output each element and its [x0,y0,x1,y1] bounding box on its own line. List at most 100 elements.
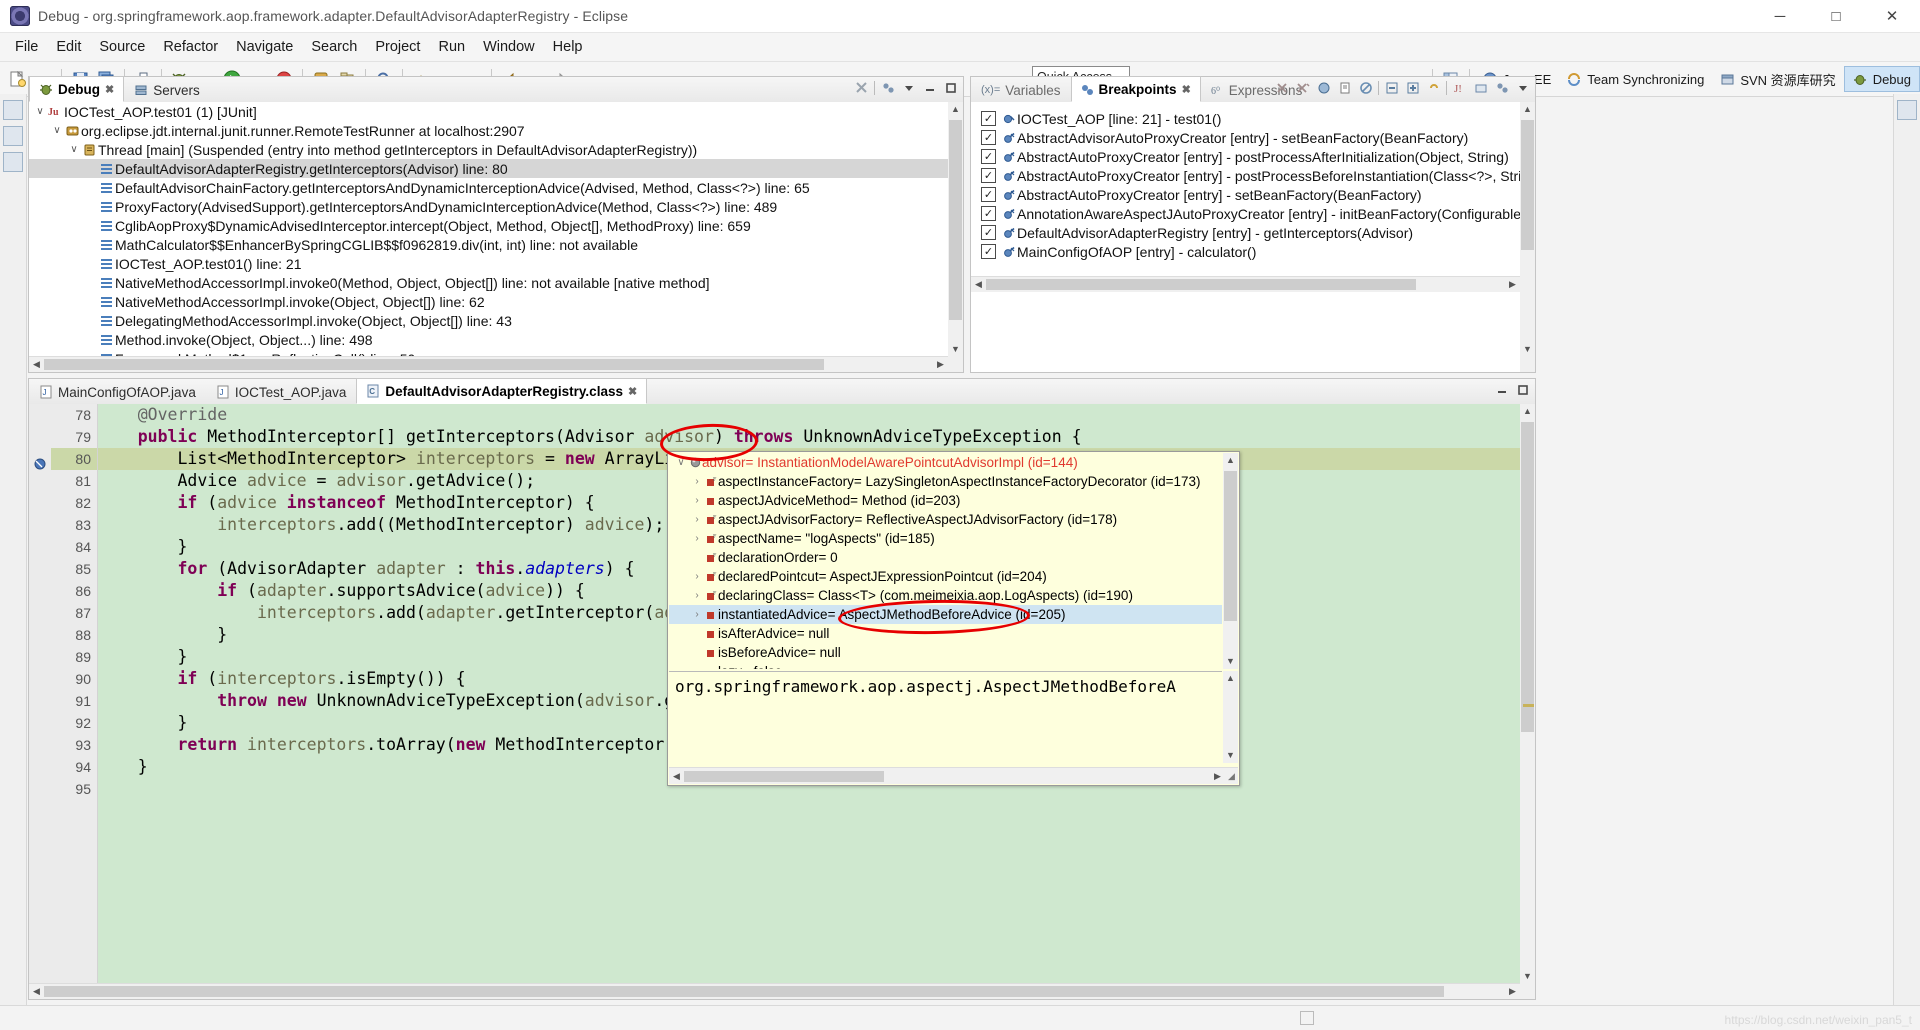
maximize-button[interactable]: □ [1808,0,1864,32]
breakpoint-row[interactable]: ✓ IOCTest_AOP [line: 21] - test01() [971,109,1520,128]
scroll-track[interactable] [44,985,1505,998]
scroll-left-icon[interactable]: ◀ [669,771,684,782]
scroll-right-icon[interactable]: ▶ [1210,771,1225,782]
debug-tree-vscrollbar[interactable]: ▲ ▼ [948,102,963,372]
link-with-debug-view-icon[interactable] [1425,79,1442,96]
debug-tree-row[interactable]: DefaultAdvisorChainFactory.getIntercepto… [29,178,963,197]
perspective-team-sync[interactable]: Team Synchronizing [1559,66,1712,92]
expand-arrow-icon[interactable]: › [689,533,705,544]
editor-tab-mainconfigofaop[interactable]: J MainConfigOfAOP.java [29,379,206,404]
debug-tree-row[interactable]: DelegatingMethodAccessorImpl.invoke(Obje… [29,311,963,330]
tab-debug[interactable]: Debug ✖ [29,76,125,102]
scroll-down-icon[interactable]: ▼ [1520,969,1535,984]
scroll-right-icon[interactable]: ▶ [1505,986,1520,997]
expand-arrow-icon[interactable]: ∨ [673,457,689,468]
menu-item-run[interactable]: Run [429,36,474,58]
debug-tree-hscrollbar[interactable]: ◀ ▶ [29,356,948,372]
expand-arrow-icon[interactable]: › [689,571,705,582]
debug-tree-row[interactable]: ProxyFactory(AdvisedSupport).getIntercep… [29,197,963,216]
variable-row[interactable]: › FaspectJAdvisorFactory= ReflectiveAspec… [669,510,1222,529]
breakpoint-row[interactable]: ✓ AbstractAutoProxyCreator [entry] - setB… [971,185,1520,204]
tab-variables[interactable]: (x)= Variables [971,77,1071,102]
menu-item-project[interactable]: Project [366,36,429,58]
menu-item-source[interactable]: Source [90,36,154,58]
debug-tree-row[interactable]: MathCalculator$$EnhancerBySpringCGLIB$$f… [29,235,963,254]
popup-tree-vscrollbar[interactable]: ▲ ▼ [1223,453,1238,669]
variable-row[interactable]: FdeclarationOrder= 0 [669,548,1222,567]
menu-item-navigate[interactable]: Navigate [227,36,302,58]
popup-detail-vscrollbar[interactable]: ▲ ▼ [1223,671,1238,763]
breakpoint-checkbox[interactable]: ✓ [981,187,996,202]
debug-tree-row[interactable]: ∨ Thread [main] (Suspended (entry into me… [29,140,963,159]
breakpoint-row[interactable]: ✓ DefaultAdvisorAdapterRegistry [entry] -… [971,223,1520,242]
new-icon[interactable] [5,67,29,91]
popup-hscrollbar[interactable]: ◀ ▶ ◢ [669,767,1238,784]
expand-all-icon[interactable] [1404,79,1421,96]
chevron-down-icon[interactable] [900,79,917,96]
remove-all-terminated-icon[interactable] [853,79,870,96]
debug-tree-row[interactable]: Method.invoke(Object, Object...) line: 4… [29,330,963,349]
breakpoint-marker-icon[interactable] [32,456,48,477]
expand-arrow-icon[interactable]: › [689,476,705,487]
collapse-all-icon[interactable] [1383,79,1400,96]
debug-tree-row[interactable]: IOCTest_AOP.test01() line: 21 [29,254,963,273]
menu-item-window[interactable]: Window [474,36,544,58]
view-menu-icon[interactable] [1493,79,1510,96]
breakpoint-checkbox[interactable]: ✓ [981,111,996,126]
close-icon[interactable]: ✖ [628,385,637,398]
menu-item-refactor[interactable]: Refactor [154,36,227,58]
variable-row[interactable]: › FaspectName= "logAspects" (id=185) [669,529,1222,548]
show-breakpoints-supported-icon[interactable] [1315,79,1332,96]
expand-arrow-icon[interactable]: › [689,590,705,601]
debug-tree-row[interactable]: NativeMethodAccessorImpl.invoke0(Method,… [29,273,963,292]
maximize-view-icon[interactable] [942,79,959,96]
scroll-track[interactable] [44,358,933,371]
scroll-up-icon[interactable]: ▲ [1223,453,1238,468]
editor-tab-ioctest-aop[interactable]: J IOCTest_AOP.java [206,379,357,404]
editor-marker-gutter[interactable] [29,404,52,999]
remove-breakpoint-icon[interactable] [1273,79,1290,96]
close-icon[interactable]: ✖ [105,83,114,96]
editor-tab-defaultadvisoradapterregistry[interactable]: C DefaultAdvisorAdapterRegistry.class ✖ [356,378,648,404]
popup-detail-pane[interactable]: org.springframework.aop.aspectj.AspectJM… [669,671,1222,763]
scroll-thumb[interactable] [1521,120,1534,250]
breakpoints-vscrollbar[interactable]: ▲ ▼ [1520,102,1535,372]
scroll-thumb[interactable] [44,359,824,370]
resize-grip-icon[interactable]: ◢ [1225,771,1238,782]
debug-tree-row[interactable]: ∨ org.eclipse.jdt.internal.junit.runner.R… [29,121,963,140]
variables-inspect-popup[interactable]: ∨ advisor= InstantiationModelAwarePointcu… [667,451,1240,786]
variable-row[interactable]: › instantiatedAdvice= AspectJMethodBefore… [669,605,1222,624]
minimize-view-icon[interactable] [921,79,938,96]
outline-right-rail-icon[interactable] [1897,100,1917,120]
scroll-thumb[interactable] [684,770,884,782]
close-button[interactable]: ✕ [1864,0,1920,32]
breakpoint-checkbox[interactable]: ✓ [981,225,996,240]
expand-arrow-icon[interactable]: › [689,514,705,525]
scroll-left-icon[interactable]: ◀ [29,359,44,370]
scroll-right-icon[interactable]: ▶ [1505,279,1520,290]
minimize-button[interactable]: ─ [1752,0,1808,32]
breakpoint-row[interactable]: ✓ MainConfigOfAOP [entry] - calculator() [971,242,1520,261]
expand-arrow-icon[interactable]: ∨ [33,106,47,117]
chevron-down-icon[interactable] [1514,79,1531,96]
scroll-thumb[interactable] [1521,422,1534,732]
variable-row[interactable]: isAfterAdvice= null [669,624,1222,643]
package-explorer-rail-icon[interactable] [3,100,23,120]
breakpoints-hscrollbar[interactable]: ◀ ▶ [971,276,1520,292]
breakpoint-checkbox[interactable]: ✓ [981,206,996,221]
working-sets-icon[interactable] [1472,79,1489,96]
tab-servers[interactable]: Servers [124,77,210,102]
breakpoint-checkbox[interactable]: ✓ [981,244,996,259]
close-icon[interactable]: ✖ [1182,83,1191,96]
scroll-up-icon[interactable]: ▲ [1520,102,1535,117]
menu-item-file[interactable]: File [6,36,47,58]
editor-code-line[interactable]: @Override [98,404,1535,426]
debug-stack-tree[interactable]: ∨ Ju IOCTest_AOP.test01 (1) [JUnit] ∨ org.ec… [29,102,963,372]
scroll-thumb[interactable] [1224,471,1237,621]
variable-row[interactable]: › FdeclaredPointcut= AspectJExpressionPoi… [669,567,1222,586]
scroll-down-icon[interactable]: ▼ [1520,342,1535,357]
breakpoint-row[interactable]: ✓ AnnotationAwareAspectJAutoProxyCreator … [971,204,1520,223]
menu-item-search[interactable]: Search [302,36,366,58]
scroll-track[interactable] [684,769,1210,783]
scroll-thumb[interactable] [44,986,1444,997]
